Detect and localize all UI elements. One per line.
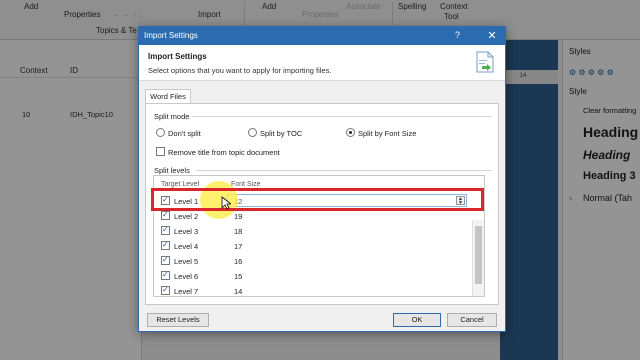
divider: [192, 116, 492, 117]
close-button[interactable]: ✕: [481, 28, 503, 44]
remove-title-checkbox[interactable]: [156, 147, 165, 156]
level-name: Level 6: [174, 272, 199, 281]
dialog-header: Import Settings Select options that you …: [139, 45, 505, 81]
level-checkbox[interactable]: [161, 270, 170, 280]
dialog-title: Import Settings: [144, 31, 198, 40]
level-name: Level 2: [174, 212, 199, 221]
column-header-target-level[interactable]: Target Level: [161, 181, 199, 188]
level-font-size[interactable]: 17: [234, 242, 242, 251]
divider: [196, 170, 492, 171]
ok-button[interactable]: OK: [393, 313, 441, 327]
level-name: Level 5: [174, 257, 199, 266]
level-font-size[interactable]: 14: [234, 287, 242, 296]
scrollbar-thumb[interactable]: [475, 226, 482, 284]
level-row[interactable]: Level 3 18: [154, 223, 472, 238]
level-row[interactable]: Level 4 17: [154, 238, 472, 253]
column-header-font-size[interactable]: Font Size: [231, 181, 261, 188]
remove-title-label[interactable]: Remove title from topic document: [168, 148, 280, 157]
reset-levels-button[interactable]: Reset Levels: [147, 313, 209, 327]
level-font-size[interactable]: 19: [234, 212, 242, 221]
mouse-pointer-icon: [221, 196, 231, 210]
header-title: Import Settings: [148, 52, 207, 61]
import-document-icon: [476, 51, 494, 73]
level-checkbox[interactable]: [161, 210, 170, 220]
help-button[interactable]: ?: [455, 30, 460, 40]
radio-split-toc[interactable]: [248, 128, 257, 137]
levels-scrollbar[interactable]: [472, 220, 484, 296]
level-name: Level 3: [174, 227, 199, 236]
radio-split-font-size[interactable]: [346, 128, 355, 137]
level-name: Level 4: [174, 242, 199, 251]
level-name: Level 7: [174, 287, 199, 296]
level-row[interactable]: Level 5 16: [154, 253, 472, 268]
level-checkbox[interactable]: [161, 240, 170, 250]
radio-split-font-size-label[interactable]: Split by Font Size: [358, 129, 416, 138]
header-subtitle: Select options that you want to apply fo…: [148, 66, 332, 75]
level-font-size[interactable]: 18: [234, 227, 242, 236]
import-settings-dialog: Import Settings ? ✕ Import Settings Sele…: [138, 26, 506, 332]
dialog-titlebar[interactable]: Import Settings ? ✕: [139, 27, 505, 45]
level-checkbox[interactable]: [161, 225, 170, 235]
level-row[interactable]: Level 6 15: [154, 268, 472, 283]
radio-dont-split-label[interactable]: Don't split: [168, 129, 201, 138]
level-font-size[interactable]: 16: [234, 257, 242, 266]
split-mode-label: Split mode: [154, 112, 190, 121]
cancel-button[interactable]: Cancel: [447, 313, 497, 327]
level-checkbox[interactable]: [161, 285, 170, 295]
radio-dont-split[interactable]: [156, 128, 165, 137]
tab-word-files[interactable]: Word Files: [145, 89, 191, 104]
split-levels-label: Split levels: [154, 166, 190, 175]
radio-split-toc-label[interactable]: Split by TOC: [260, 129, 302, 138]
annotation-highlight-box: [151, 188, 484, 211]
level-font-size[interactable]: 15: [234, 272, 242, 281]
level-checkbox[interactable]: [161, 255, 170, 265]
level-row[interactable]: Level 7 14: [154, 283, 472, 296]
